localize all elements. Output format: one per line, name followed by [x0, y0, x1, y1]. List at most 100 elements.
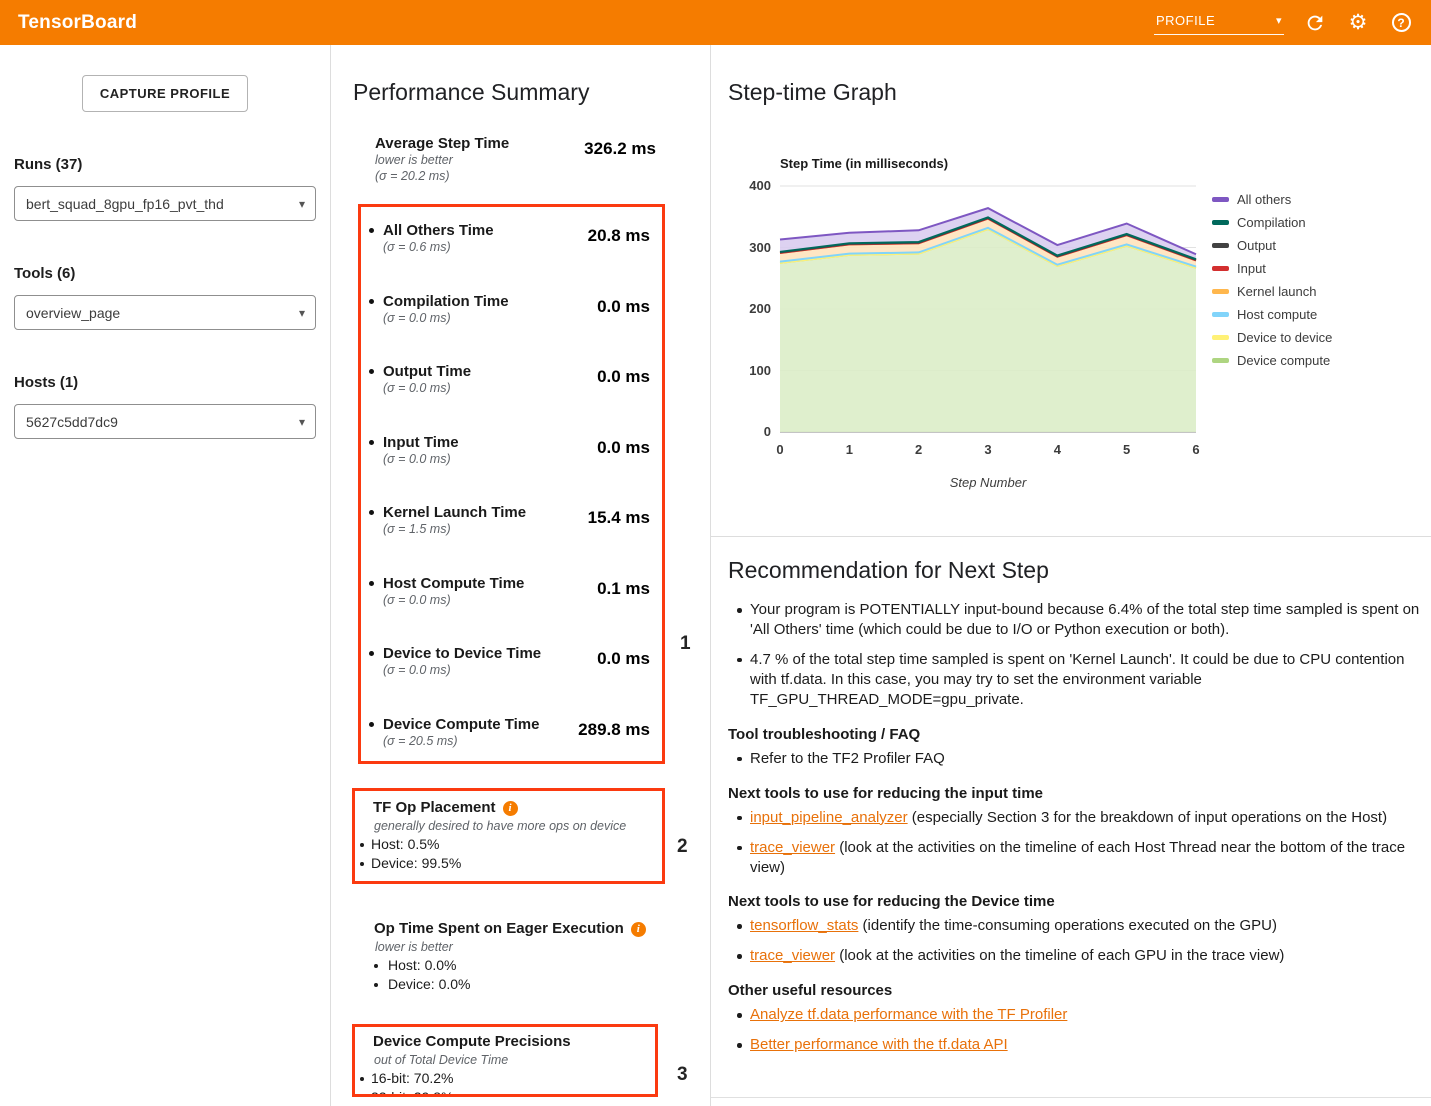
x-axis-tick: 1: [834, 442, 864, 457]
metric-label: Host Compute Time: [383, 574, 524, 593]
y-axis-tick: 200: [711, 301, 771, 316]
runs-select[interactable]: bert_squad_8gpu_fp16_pvt_thd ▾: [14, 186, 316, 221]
chevron-down-icon: ▾: [299, 197, 305, 211]
help-icon[interactable]: ?: [1389, 11, 1413, 35]
chevron-down-icon: ▾: [299, 306, 305, 320]
legend-swatch: [1212, 266, 1229, 271]
annotation-box-3: Device Compute Precisions out of Total D…: [352, 1024, 658, 1097]
legend-swatch: [1212, 358, 1229, 363]
legend-swatch: [1212, 220, 1229, 225]
tf-op-placement-title-text: TF Op Placement: [373, 799, 496, 817]
list-item: tensorflow_stats (identify the time-cons…: [734, 916, 1430, 936]
metric-sigma: (σ = 0.6 ms): [383, 240, 494, 256]
performance-summary-section: Performance Summary Average Step Time lo…: [331, 45, 711, 1106]
y-axis-tick: 0: [711, 424, 771, 439]
precisions-title: Device Compute Precisions: [373, 1033, 645, 1051]
metric-label: Input Time: [383, 433, 459, 452]
legend-item: Host compute: [1212, 307, 1332, 322]
tf-op-placement-title: TF Op Placement i: [373, 799, 652, 817]
info-icon[interactable]: i: [503, 801, 518, 816]
metric-item: Kernel Launch Time (σ = 1.5 ms) 15.4 ms: [367, 503, 650, 538]
faq-heading: Tool troubleshooting / FAQ: [728, 726, 1430, 743]
metric-sigma: (σ = 0.0 ms): [383, 311, 509, 327]
tfdata-performance-link[interactable]: Analyze tf.data performance with the TF …: [750, 1006, 1067, 1023]
tools-select[interactable]: overview_page ▾: [14, 295, 316, 330]
hosts-select-value: 5627c5dd7dc9: [26, 414, 118, 430]
legend-label: Device compute: [1237, 353, 1330, 368]
tf-op-placement-note: generally desired to have more ops on de…: [374, 818, 652, 834]
annotation-box-2: TF Op Placement i generally desired to h…: [352, 788, 665, 884]
link-description: (especially Section 3 for the breakdown …: [908, 809, 1387, 826]
tensorflow-stats-link[interactable]: tensorflow_stats: [750, 917, 858, 934]
metric-item: Compilation Time (σ = 0.0 ms) 0.0 ms: [367, 292, 650, 327]
metric-item: Host Compute Time (σ = 0.0 ms) 0.1 ms: [367, 574, 650, 609]
step-time-chart[interactable]: Step Time (in milliseconds) Step Number …: [711, 150, 1430, 536]
other-resources-heading: Other useful resources: [728, 982, 1430, 999]
settings-gear-icon[interactable]: ⚙: [1346, 11, 1370, 35]
eager-list: Host: 0.0% Device: 0.0%: [374, 956, 710, 993]
metric-value: 0.0 ms: [597, 438, 650, 468]
metric-label: Average Step Time: [375, 134, 509, 153]
bullet-icon: [369, 228, 374, 233]
chart-title: Step Time (in milliseconds): [780, 156, 948, 171]
list-item: Device: 99.5%: [359, 854, 652, 873]
list-item: Device: 0.0%: [386, 975, 710, 994]
tfdata-api-link[interactable]: Better performance with the tf.data API: [750, 1036, 1008, 1053]
metric-item: Output Time (σ = 0.0 ms) 0.0 ms: [367, 362, 650, 397]
runs-select-value: bert_squad_8gpu_fp16_pvt_thd: [26, 196, 224, 212]
metric-sigma: (σ = 0.0 ms): [383, 381, 471, 397]
info-icon[interactable]: i: [631, 922, 646, 937]
legend-item: Compilation: [1212, 215, 1332, 230]
section-divider: [711, 536, 1431, 537]
eager-title: Op Time Spent on Eager Execution i: [374, 920, 710, 938]
metric-value: 0.0 ms: [597, 367, 650, 397]
legend-item: Output: [1212, 238, 1332, 253]
tf-op-placement-list: Host: 0.5% Device: 99.5%: [359, 835, 652, 872]
metric-label: Device Compute Time: [383, 715, 539, 734]
bullet-icon: [369, 510, 374, 515]
bullet-icon: [369, 651, 374, 656]
x-axis-tick: 5: [1112, 442, 1142, 457]
list-item: trace_viewer (look at the activities on …: [734, 946, 1430, 966]
trace-viewer-link[interactable]: trace_viewer: [750, 839, 835, 856]
legend-swatch: [1212, 197, 1229, 202]
step-time-plot[interactable]: [780, 186, 1196, 434]
eager-note: lower is better: [375, 939, 710, 955]
precisions-list: 16-bit: 70.2% 32-bit: 29.8%: [359, 1069, 645, 1097]
legend-item: Kernel launch: [1212, 284, 1332, 299]
capture-profile-button[interactable]: CAPTURE PROFILE: [82, 75, 248, 112]
app-header: TensorBoard PROFILE ▾ ⚙ ?: [0, 0, 1431, 45]
list-item: Host: 0.5%: [359, 835, 652, 854]
precisions-title-text: Device Compute Precisions: [373, 1033, 571, 1051]
x-axis-tick: 0: [765, 442, 795, 457]
runs-label: Runs (37): [14, 156, 330, 173]
list-item: trace_viewer (look at the activities on …: [734, 838, 1430, 878]
legend-label: Input: [1237, 261, 1266, 276]
x-axis-tick: 3: [973, 442, 1003, 457]
metric-value: 0.0 ms: [597, 297, 650, 327]
reload-icon[interactable]: [1303, 11, 1327, 35]
metric-sigma: (σ = 0.0 ms): [383, 593, 524, 609]
help-question-glyph: ?: [1392, 13, 1411, 32]
bullet-icon: [369, 440, 374, 445]
bullet-icon: [369, 369, 374, 374]
legend-item: Input: [1212, 261, 1332, 276]
y-axis-tick: 100: [711, 363, 771, 378]
trace-viewer-link[interactable]: trace_viewer: [750, 947, 835, 964]
dashboard-select[interactable]: PROFILE ▾: [1154, 10, 1284, 35]
faq-list: Refer to the TF2 Profiler FAQ: [734, 749, 1430, 769]
link-description: (look at the activities on the timeline …: [835, 947, 1284, 964]
metric-item: Input Time (σ = 0.0 ms) 0.0 ms: [367, 433, 650, 468]
average-step-time-row: Average Step Time lower is better (σ = 2…: [375, 134, 656, 184]
tools-select-value: overview_page: [26, 305, 120, 321]
chart-legend: All othersCompilationOutputInputKernel l…: [1212, 192, 1332, 368]
input-pipeline-analyzer-link[interactable]: input_pipeline_analyzer: [750, 809, 908, 826]
x-axis-tick: 4: [1042, 442, 1072, 457]
list-item: Refer to the TF2 Profiler FAQ: [734, 749, 1430, 769]
step-time-graph-section: Step-time Graph Step Time (in millisecon…: [711, 45, 1431, 1106]
legend-item: Device to device: [1212, 330, 1332, 345]
hosts-select[interactable]: 5627c5dd7dc9 ▾: [14, 404, 316, 439]
metric-sigma: (σ = 0.0 ms): [383, 663, 541, 679]
eager-execution-block: Op Time Spent on Eager Execution i lower…: [374, 920, 710, 993]
list-item: 32-bit: 29.8%: [359, 1088, 645, 1098]
